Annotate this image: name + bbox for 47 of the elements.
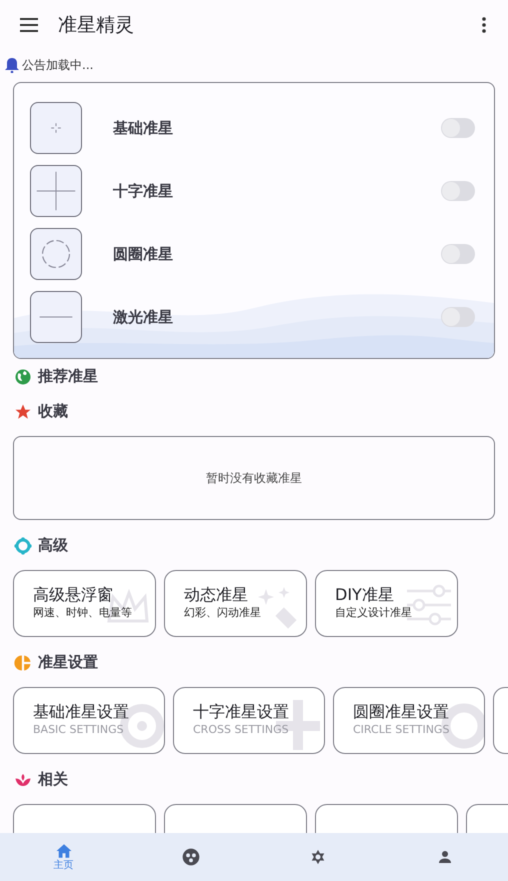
card-title: 圆圈准星设置 [353, 702, 450, 722]
notice-text: 公告加载中... [22, 57, 94, 74]
crosshair-label: 激光准星 [113, 306, 173, 328]
card-subtitle: 幻彩、闪动准星 [184, 605, 262, 621]
menu-icon[interactable] [20, 18, 38, 32]
feature-card[interactable]: DIY准星 自定义设计准星 [315, 570, 458, 637]
toggle-switch[interactable] [441, 307, 475, 327]
empty-message: 暂时没有收藏准星 [206, 470, 302, 487]
card-title: 基础准星设置 [33, 702, 130, 722]
section-title: 收藏 [38, 401, 68, 422]
card-subtitle: CROSS SETTINGS [193, 722, 290, 738]
toggle-switch[interactable] [441, 118, 475, 138]
dot-crosshair-icon[interactable] [30, 102, 82, 154]
toggle-switch[interactable] [441, 244, 475, 264]
section-title: 推荐准星 [38, 366, 98, 388]
feature-card[interactable]: 基础准星设置 BASIC SETTINGS [13, 687, 165, 754]
card-subtitle: BASIC SETTINGS [33, 722, 125, 738]
card-title: 十字准星设置 [193, 702, 290, 722]
crosshair-label: 基础准星 [113, 118, 173, 139]
feature-card[interactable]: 高级悬浮窗 网速、时钟、电量等 [13, 570, 156, 637]
card-title: 高级悬浮窗 [33, 585, 114, 605]
pie-icon [14, 654, 32, 672]
card-title: 动态准星 [184, 585, 249, 605]
toggle-switch[interactable] [441, 181, 475, 201]
section-title: 相关 [38, 769, 68, 790]
globe-icon [14, 368, 32, 386]
app-title: 准星精灵 [58, 12, 134, 38]
crosshair-label: 圆圈准星 [113, 244, 173, 265]
feature-card[interactable]: 动态准星 幻彩、闪动准星 [164, 570, 307, 637]
circle-crosshair-icon[interactable] [30, 228, 82, 280]
section-title: 高级 [38, 535, 68, 556]
home-icon [54, 842, 72, 860]
crosshair-label: 十字准星 [113, 180, 173, 202]
gamepad-icon [180, 847, 200, 867]
life-ring-icon [14, 536, 32, 554]
card-subtitle: 自定义设计准星 [335, 605, 413, 621]
bell-icon [5, 57, 19, 73]
cross-crosshair-icon[interactable] [30, 165, 82, 217]
section-title: 准星设置 [38, 652, 98, 674]
more-icon[interactable] [482, 17, 486, 33]
card-subtitle: 网速、时钟、电量等 [33, 605, 133, 621]
card-title: DIY准星 [335, 585, 395, 605]
card-subtitle: CIRCLE SETTINGS [353, 722, 450, 738]
line-crosshair-icon[interactable] [30, 291, 82, 343]
star-icon [14, 402, 32, 420]
feature-card[interactable]: 圆圈准星设置 CIRCLE SETTINGS [333, 687, 485, 754]
feature-card[interactable]: 十字准星设置 CROSS SETTINGS [173, 687, 325, 754]
